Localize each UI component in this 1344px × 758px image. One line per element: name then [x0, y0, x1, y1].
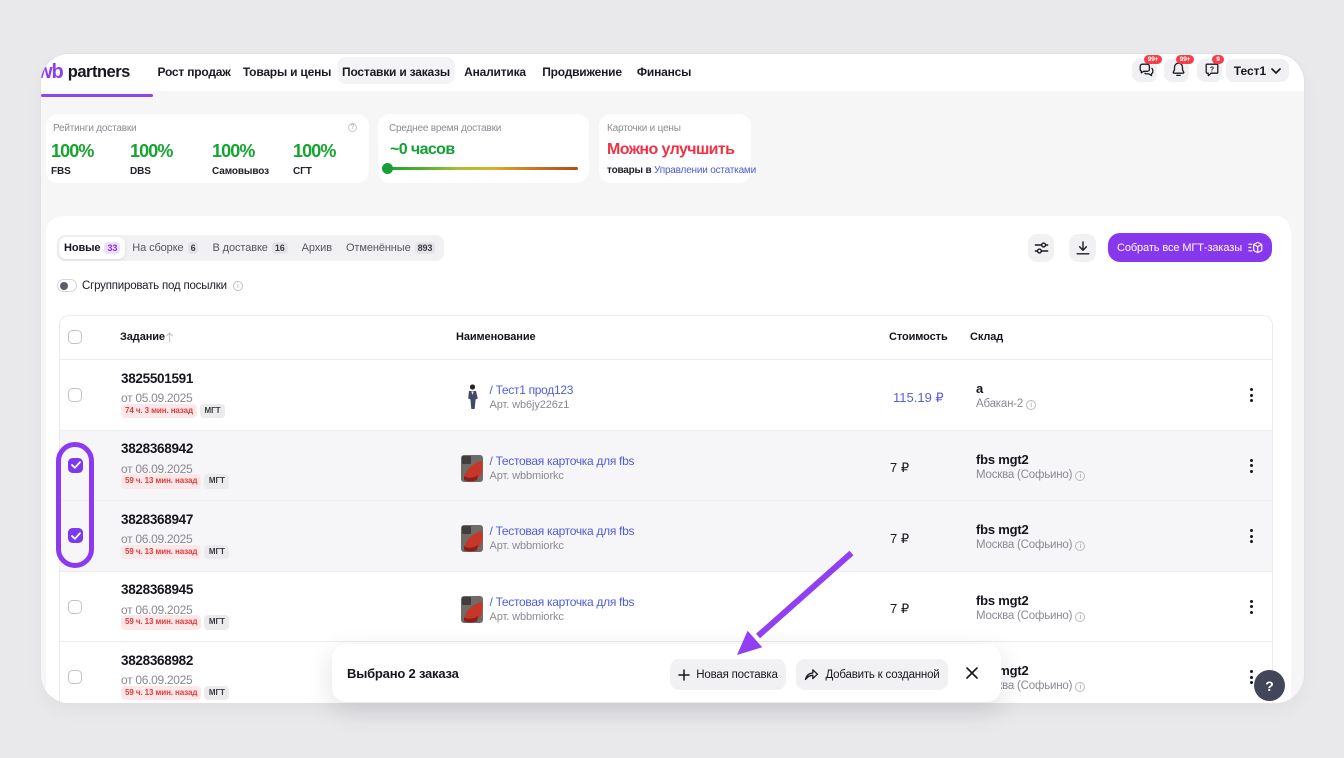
- svg-text:?: ?: [1210, 66, 1214, 73]
